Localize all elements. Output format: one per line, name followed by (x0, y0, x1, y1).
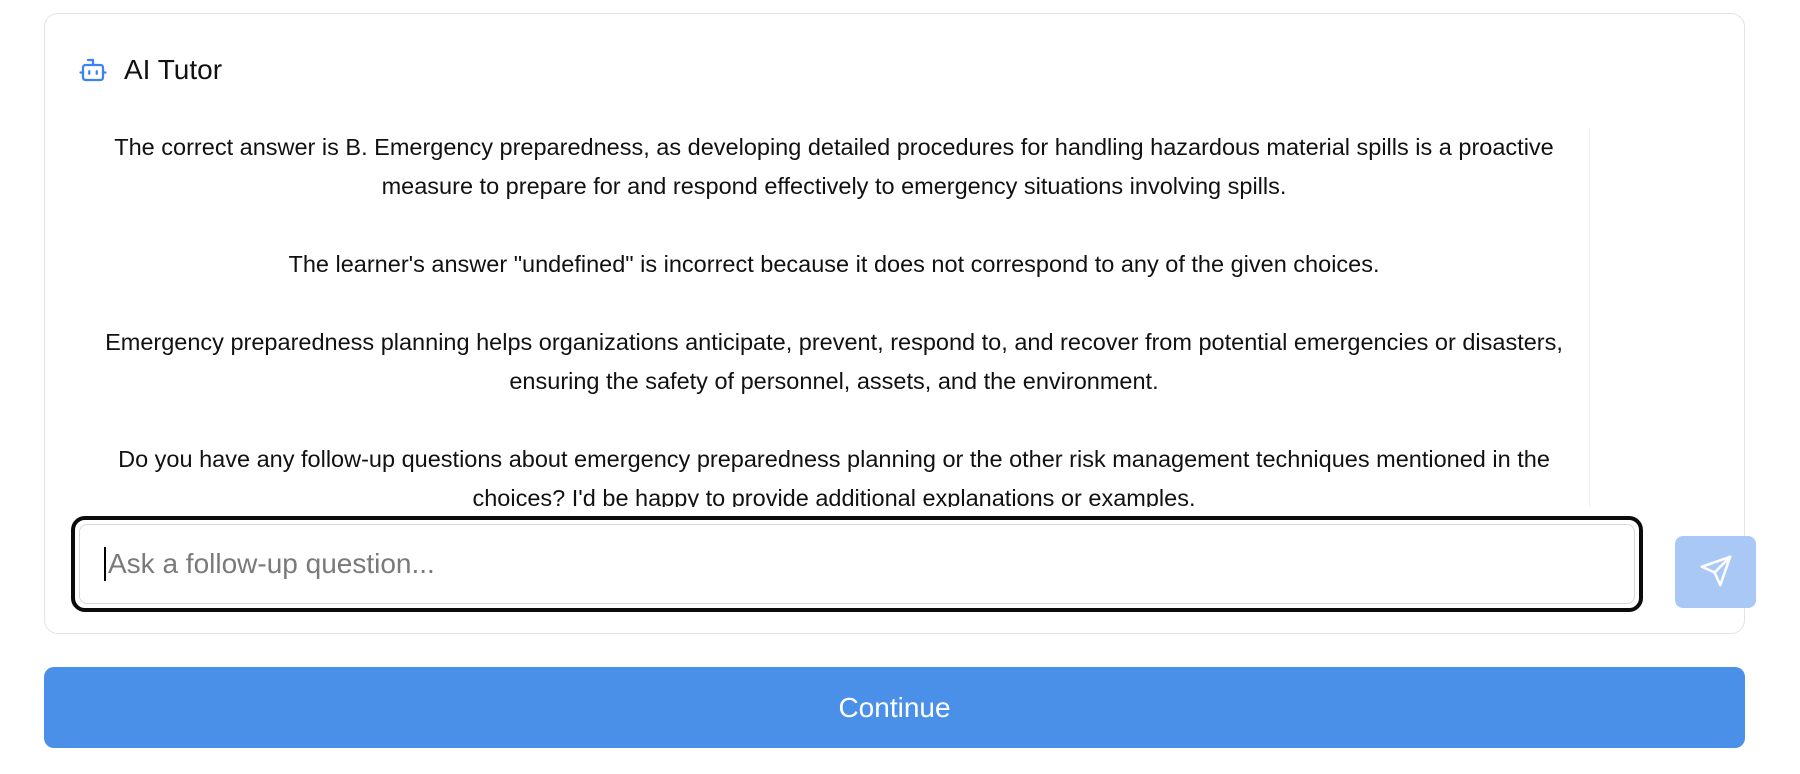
send-button[interactable] (1675, 536, 1756, 608)
message-paragraph: Emergency preparedness planning helps or… (105, 329, 1563, 394)
message-paragraph: The learner's answer "undefined" is inco… (288, 251, 1380, 277)
bot-icon (78, 55, 108, 85)
follow-up-input-focus-ring (71, 516, 1643, 612)
continue-button[interactable]: Continue (44, 667, 1745, 748)
follow-up-question-input[interactable] (108, 548, 1634, 580)
text-caret (104, 547, 106, 581)
card-header: AI Tutor (78, 50, 222, 90)
ai-tutor-card: AI Tutor The correct answer is B. Emerge… (44, 13, 1756, 634)
message-paragraph: Do you have any follow-up questions abou… (118, 446, 1550, 507)
tutor-message-area[interactable]: The correct answer is B. Emergency prepa… (79, 128, 1590, 507)
follow-up-input-box[interactable] (79, 524, 1635, 604)
follow-up-row (71, 516, 1756, 612)
card-title: AI Tutor (124, 54, 223, 85)
page: AI Tutor The correct answer is B. Emerge… (0, 0, 1800, 774)
message-paragraph: The correct answer is B. Emergency prepa… (114, 134, 1554, 199)
send-icon (1699, 554, 1733, 591)
